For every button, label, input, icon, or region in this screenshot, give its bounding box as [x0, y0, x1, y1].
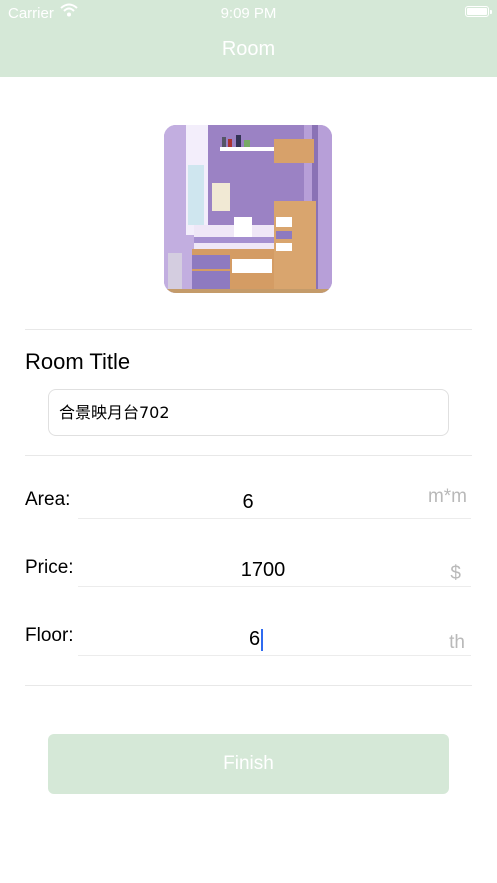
divider — [25, 455, 472, 456]
floor-unit: th — [449, 632, 465, 653]
status-bar: Carrier 9:09 PM — [0, 0, 497, 26]
price-input[interactable]: 1700 $ — [78, 552, 471, 587]
room-title-input[interactable]: 合景映月台702 — [48, 389, 449, 436]
floor-input[interactable]: 6 th — [78, 621, 471, 656]
battery-icon — [465, 6, 492, 17]
price-label: Price: — [25, 557, 74, 578]
room-photo[interactable] — [164, 125, 332, 293]
finish-button[interactable]: Finish — [48, 734, 449, 794]
floor-label: Floor: — [25, 625, 74, 646]
floor-value: 6 — [248, 628, 261, 650]
navigation-bar: Carrier 9:09 PM Room — [0, 0, 497, 77]
price-value: 1700 — [240, 559, 286, 581]
divider — [25, 329, 472, 330]
area-unit: m*m — [427, 486, 467, 507]
text-cursor — [261, 628, 264, 651]
area-label: Area: — [25, 489, 71, 510]
page-title: Room — [221, 38, 276, 60]
status-time: 9:09 PM — [220, 5, 277, 22]
area-value: 6 — [242, 491, 254, 513]
area-input[interactable]: 6 m*m — [78, 484, 471, 519]
price-unit: $ — [450, 563, 461, 584]
divider — [25, 685, 472, 686]
room-title-label: Room Title — [25, 349, 131, 374]
